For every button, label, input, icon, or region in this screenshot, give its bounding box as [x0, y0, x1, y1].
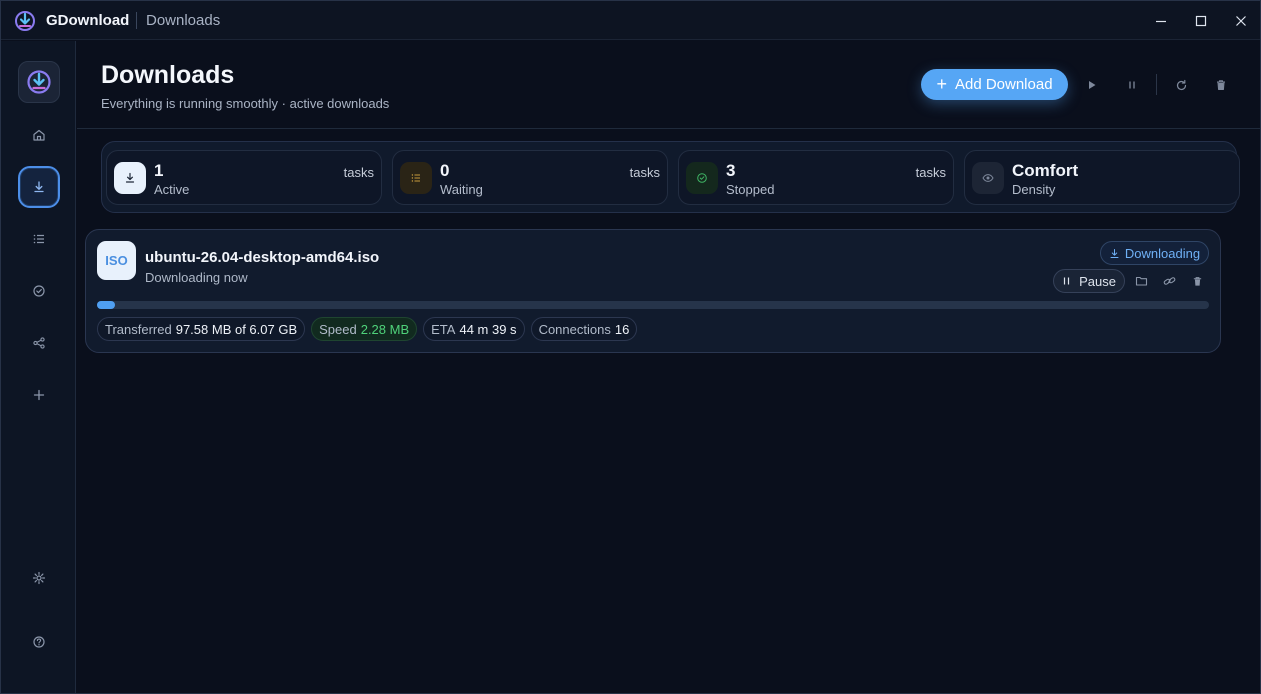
progress-fill — [97, 301, 115, 309]
home-icon — [33, 129, 45, 141]
pause-icon — [1063, 277, 1070, 285]
pause-icon — [1129, 81, 1135, 89]
stat-value: 0 — [440, 161, 450, 180]
download-icon — [114, 162, 146, 194]
trash-icon — [1217, 80, 1225, 91]
page-title: Downloads — [101, 61, 235, 89]
pause-all-button[interactable] — [1121, 74, 1143, 96]
stat-value: Comfort — [1012, 161, 1079, 180]
page-subtitle: Everything is running smoothly · active … — [101, 96, 390, 111]
sidebar-item-settings[interactable] — [18, 557, 60, 599]
stat-value: 3 — [726, 161, 736, 180]
link-icon — [1163, 277, 1175, 285]
gear-icon — [32, 571, 46, 585]
file-name: ubuntu-26.04-desktop-amd64.iso — [145, 249, 380, 266]
help-icon — [33, 636, 45, 648]
delete-all-button[interactable] — [1210, 74, 1232, 96]
speed-chip: Speed 2.28 MB — [311, 317, 418, 341]
play-icon — [1089, 81, 1096, 89]
file-type-icon: ISO — [97, 241, 136, 280]
folder-icon — [1135, 276, 1147, 286]
plus-icon: + — [936, 74, 947, 94]
toolbar-separator — [1156, 74, 1157, 95]
sidebar-item-share[interactable] — [18, 322, 60, 364]
refresh-icon — [1176, 79, 1186, 90]
download-icon — [34, 181, 44, 193]
sidebar-item-completed[interactable] — [18, 270, 60, 312]
chip-value: 2.28 MB — [360, 321, 410, 337]
sidebar-item-add[interactable] — [18, 374, 60, 416]
sidebar-item-help[interactable] — [18, 621, 60, 663]
stat-unit: tasks — [915, 165, 946, 180]
open-folder-button[interactable] — [1132, 272, 1150, 290]
list-icon — [33, 234, 44, 244]
sidebar-item-home[interactable] — [18, 114, 60, 156]
pause-button[interactable]: Pause — [1053, 269, 1125, 293]
share-icon — [33, 337, 45, 349]
resume-all-button[interactable] — [1081, 74, 1103, 96]
chip-value: 16 — [614, 321, 630, 337]
title-separator — [136, 12, 137, 29]
stat-card-stopped: 3 Stopped tasks — [678, 150, 954, 205]
sidebar — [1, 41, 76, 693]
stat-card-density[interactable]: Comfort Density — [964, 150, 1240, 205]
stat-unit: tasks — [629, 165, 660, 180]
stat-card-active: 1 Active tasks — [106, 150, 382, 205]
stat-label: Density — [1012, 182, 1056, 197]
status-badge: Downloading — [1100, 241, 1209, 265]
plus-icon — [33, 389, 45, 401]
stat-label: Stopped — [726, 182, 775, 197]
chip-value: 97.58 MB of 6.07 GB — [175, 321, 298, 337]
refresh-button[interactable] — [1170, 74, 1192, 96]
copy-link-button[interactable] — [1160, 272, 1178, 290]
download-stats: Transferred 97.58 MB of 6.07 GB Speed 2.… — [97, 317, 638, 341]
eta-chip: ETA 44 m 39 s — [423, 317, 525, 341]
add-download-label: Add Download — [954, 76, 1053, 93]
pause-label: Pause — [1079, 273, 1116, 289]
sidebar-item-queue[interactable] — [18, 218, 60, 260]
app-name: GDownload — [46, 12, 130, 29]
sidebar-logo[interactable] — [18, 61, 60, 103]
progress-bar — [97, 301, 1209, 309]
add-download-button[interactable]: + Add Download — [921, 69, 1068, 100]
stat-value: 1 — [154, 161, 164, 180]
app-logo-icon — [14, 10, 36, 32]
chip-value: 44 m 39 s — [459, 321, 517, 337]
stat-card-waiting: 0 Waiting tasks — [392, 150, 668, 205]
trash-icon — [1193, 276, 1201, 286]
check-circle-icon — [33, 285, 45, 297]
stat-label: Waiting — [440, 182, 483, 197]
stat-unit: tasks — [343, 165, 374, 180]
window-page-name: Downloads — [146, 12, 221, 29]
main-content: Downloads Everything is running smoothly… — [77, 41, 1260, 693]
sidebar-item-downloads[interactable] — [18, 166, 60, 208]
delete-button[interactable] — [1188, 272, 1206, 290]
stat-label: Active — [154, 182, 190, 197]
title-bar: GDownload Downloads — [1, 1, 1260, 40]
chip-label: Connections — [538, 321, 611, 337]
app-window: GDownload Downloads Downloads Everything… — [0, 0, 1261, 694]
check-circle-icon — [686, 162, 718, 194]
chip-label: Speed — [319, 321, 357, 337]
app-logo-icon — [27, 70, 51, 94]
status-badge-label: Downloading — [1124, 245, 1201, 261]
chip-label: ETA — [431, 321, 456, 337]
minimize-button[interactable] — [1141, 7, 1181, 35]
close-button[interactable] — [1221, 7, 1260, 35]
header-divider — [77, 128, 1260, 129]
download-item[interactable]: ISO ubuntu-26.04-desktop-amd64.iso Downl… — [85, 229, 1221, 353]
eye-icon — [972, 162, 1004, 194]
list-icon — [400, 162, 432, 194]
chip-label: Transferred — [105, 321, 172, 337]
maximize-button[interactable] — [1181, 7, 1221, 35]
stats-panel: 1 Active tasks 0 Waiting tasks 3 Stopped… — [101, 141, 1240, 213]
connections-chip: Connections 16 — [530, 317, 638, 341]
download-status-text: Downloading now — [145, 270, 248, 285]
download-icon — [1110, 248, 1119, 258]
transferred-chip: Transferred 97.58 MB of 6.07 GB — [97, 317, 306, 341]
